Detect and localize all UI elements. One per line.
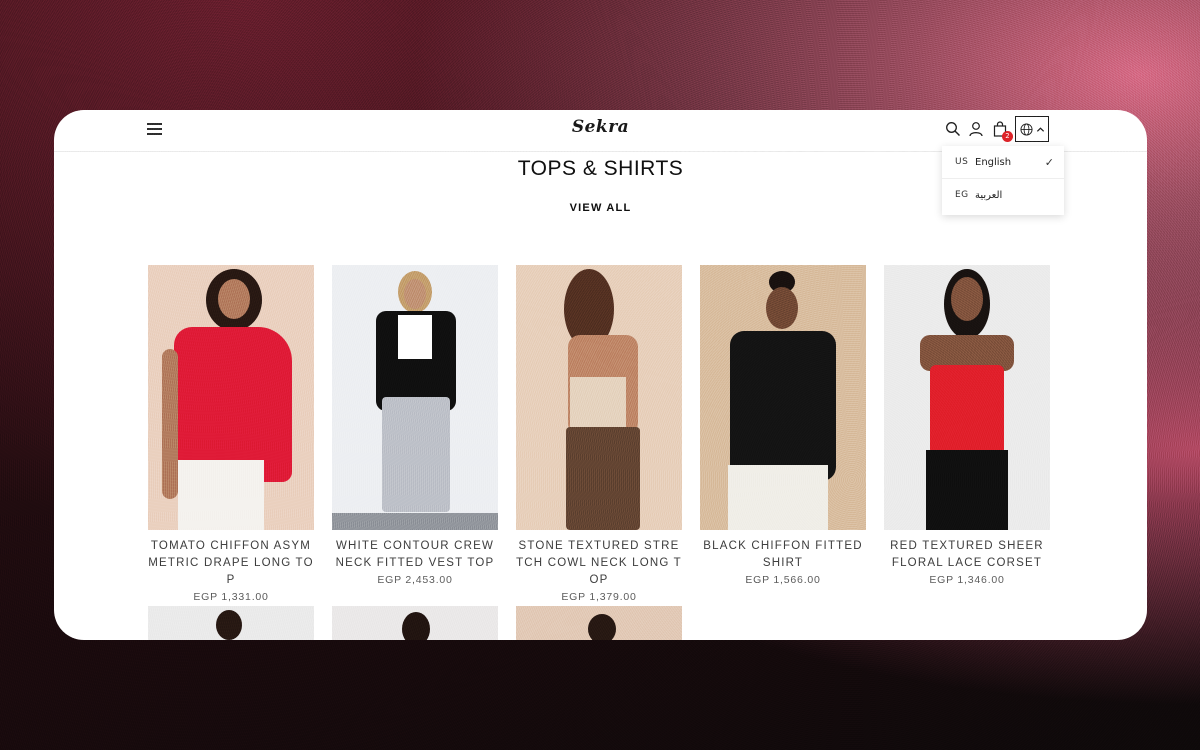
product-image[interactable]: [332, 606, 498, 640]
product-card[interactable]: BLACK CHIFFON FITTED SHIRT EGP 1,566.00: [700, 265, 866, 586]
user-icon[interactable]: [968, 121, 984, 137]
product-image[interactable]: [516, 606, 682, 640]
product-name[interactable]: WHITE CONTOUR CREW NECK FITTED VEST TOP: [332, 538, 498, 572]
product-price: EGP 1,379.00: [561, 591, 637, 603]
cart-count-badge: 2: [1002, 131, 1013, 142]
language-code: EG: [955, 190, 969, 200]
product-image[interactable]: [148, 265, 314, 530]
product-card[interactable]: WHITE CONTOUR CREW NECK FITTED VEST TOP …: [332, 265, 498, 586]
language-dropdown: US English ✓ EG العربية: [942, 146, 1064, 215]
search-icon[interactable]: [945, 121, 961, 137]
product-name[interactable]: TOMATO CHIFFON ASYMMETRIC DRAPE LONG TOP: [148, 538, 314, 589]
product-price: EGP 1,331.00: [193, 591, 269, 603]
check-icon: ✓: [1044, 155, 1054, 169]
globe-icon: [1020, 123, 1033, 136]
product-card[interactable]: STONE TEXTURED STRETCH COWL NECK LONG TO…: [516, 265, 682, 603]
product-image[interactable]: [148, 606, 314, 640]
product-price: EGP 1,346.00: [929, 574, 1005, 586]
product-card[interactable]: RED TEXTURED SHEER FLORAL LACE CORSET EG…: [884, 265, 1050, 586]
language-label: English: [975, 156, 1012, 168]
language-option-english[interactable]: US English ✓: [942, 146, 1064, 178]
chevron-up-icon: [1036, 127, 1045, 132]
language-code: US: [955, 157, 969, 167]
language-toggle-button[interactable]: [1015, 116, 1049, 142]
product-card[interactable]: TOMATO CHIFFON ASYMMETRIC DRAPE LONG TOP…: [148, 265, 314, 603]
language-label: العربية: [975, 189, 1003, 201]
product-image[interactable]: [700, 265, 866, 530]
product-image[interactable]: [516, 265, 682, 530]
product-image[interactable]: [332, 265, 498, 530]
language-option-arabic[interactable]: EG العربية: [942, 178, 1064, 211]
store-window: Sekra 2 US English ✓ EG العربية TOPS & S…: [54, 110, 1147, 640]
product-price: EGP 2,453.00: [377, 574, 453, 586]
product-name[interactable]: STONE TEXTURED STRETCH COWL NECK LONG TO…: [516, 538, 682, 589]
product-image[interactable]: [884, 265, 1050, 530]
product-name[interactable]: BLACK CHIFFON FITTED SHIRT: [700, 538, 866, 572]
product-price: EGP 1,566.00: [745, 574, 821, 586]
product-name[interactable]: RED TEXTURED SHEER FLORAL LACE CORSET: [884, 538, 1050, 572]
